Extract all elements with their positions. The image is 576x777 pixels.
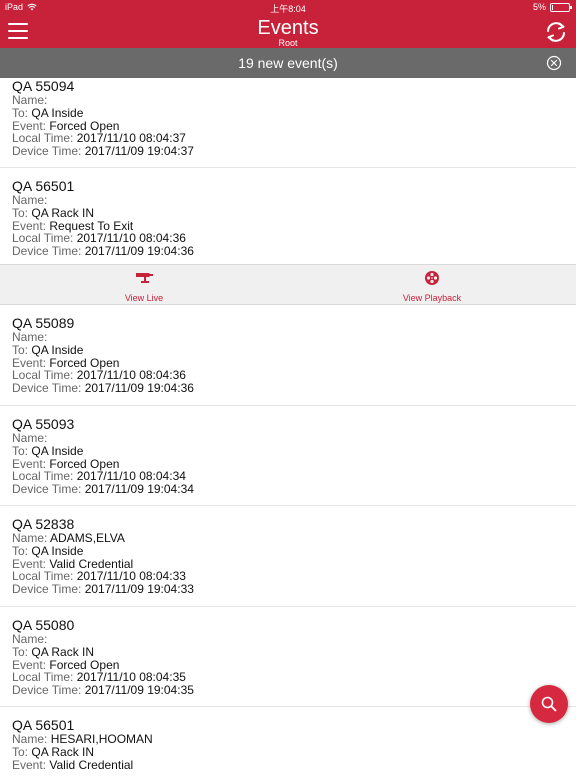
event-title: QA 55093 — [12, 416, 75, 432]
device-time-label: Device Time: — [12, 683, 82, 698]
device-time-label: Device Time: — [12, 582, 82, 597]
event-title: QA 52838 — [12, 516, 75, 532]
device-time-label: Device Time: — [12, 381, 82, 396]
event-item[interactable]: QA 56501 Name: HESARI,HOOMAN To: QA Rack… — [0, 707, 576, 777]
event-device-time: 2017/11/09 19:04:36 — [84, 381, 194, 396]
clock: 上午8:04 — [270, 4, 306, 14]
event-item[interactable]: QA 52838 Name: ADAMS,ELVA To: QA Inside … — [0, 506, 576, 607]
event-action-bar: View Live View Playback — [0, 264, 576, 305]
device-time-label: Device Time: — [12, 144, 82, 159]
event-item[interactable]: QA 55094 Name: To: QA Inside Event: Forc… — [0, 78, 576, 168]
view-live-label: View Live — [124, 293, 164, 303]
cctv-camera-icon — [136, 273, 153, 283]
event-title: QA 56501 — [12, 178, 75, 194]
event-list: QA 55094 Name: To: QA Inside Event: Forc… — [0, 78, 576, 264]
event-title: QA 55089 — [12, 315, 75, 331]
event-device-time: 2017/11/09 19:04:33 — [84, 582, 194, 597]
view-live-button[interactable]: View Live — [84, 270, 204, 303]
header-bar: Events Root — [0, 15, 576, 48]
event-list-continued: QA 55089 Name: To: QA Inside Event: Forc… — [0, 305, 576, 777]
status-bar: iPad 上午8:04 5% — [0, 0, 576, 15]
event-device-time: 2017/11/09 19:04:37 — [84, 144, 194, 159]
event-device-time: 2017/11/09 19:04:34 — [84, 482, 194, 497]
event-item[interactable]: QA 55089 Name: To: QA Inside Event: Forc… — [0, 305, 576, 406]
page-title: Events — [257, 17, 319, 39]
event-device-time: 2017/11/09 19:04:36 — [84, 244, 194, 259]
event-item[interactable]: QA 55093 Name: To: QA Inside Event: Forc… — [0, 406, 576, 506]
event-type: Valid Credential — [49, 757, 134, 772]
search-button[interactable] — [530, 685, 568, 723]
view-playback-button[interactable]: View Playback — [372, 270, 492, 303]
device-time-label: Device Time: — [12, 244, 82, 259]
refresh-icon[interactable] — [544, 20, 568, 44]
page-subtitle: Root — [278, 38, 298, 48]
film-reel-icon — [425, 271, 439, 285]
event-title: QA 55080 — [12, 617, 75, 633]
new-events-text: 19 new event(s) — [238, 55, 338, 71]
search-icon — [541, 696, 557, 712]
event-title: QA 56501 — [12, 717, 75, 733]
event-item[interactable]: QA 56501 Name: To: QA Rack IN Event: Req… — [0, 168, 576, 264]
battery-icon — [550, 2, 572, 12]
view-playback-label: View Playback — [402, 293, 462, 303]
new-events-banner[interactable]: 19 new event(s) — [0, 48, 576, 78]
event-item[interactable]: QA 55080 Name: To: QA Rack IN Event: For… — [0, 607, 576, 707]
battery-percent: 5% — [532, 2, 546, 12]
event-label: Event: — [12, 757, 47, 772]
close-circle-icon[interactable] — [546, 55, 562, 71]
event-device-time: 2017/11/09 19:04:35 — [84, 683, 194, 698]
event-title: QA 55094 — [12, 78, 75, 94]
device-time-label: Device Time: — [12, 482, 82, 497]
